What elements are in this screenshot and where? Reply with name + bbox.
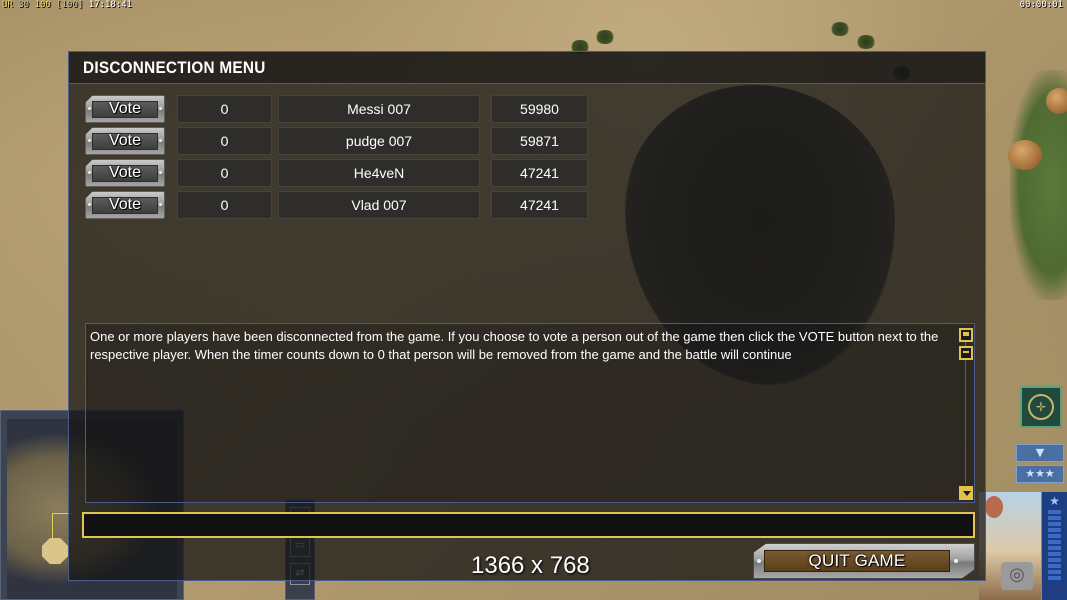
map-tree	[856, 35, 876, 49]
player-score: 47241	[491, 191, 588, 219]
quit-game-button[interactable]: QUIT GAME	[753, 543, 975, 579]
player-name: Messi 007	[278, 95, 480, 123]
vote-count: 0	[177, 127, 272, 155]
unit-portrait[interactable]: ◎	[979, 492, 1041, 600]
portrait-head	[985, 496, 1003, 518]
vote-count: 0	[177, 191, 272, 219]
ur-label: UR	[2, 0, 13, 10]
map-building	[1008, 140, 1042, 170]
player-score: 59980	[491, 95, 588, 123]
chevron-down-icon[interactable]: ▼	[1016, 444, 1064, 462]
game-timer: 00:00:01	[1019, 0, 1063, 10]
compass-icon[interactable]: ✛	[1020, 386, 1062, 428]
fps-value: 30	[18, 0, 30, 10]
vote-button[interactable]: Vote	[85, 95, 165, 123]
scroll-thumb[interactable]	[959, 346, 973, 360]
resolution-label: 1366 x 768	[471, 552, 590, 579]
disconnection-dialog: DISCONNECTION MENU Vote 0 Messi 007 5998…	[68, 51, 986, 581]
vote-button-label: Vote	[108, 164, 142, 181]
player-name: Vlad 007	[278, 191, 480, 219]
dialog-title: DISCONNECTION MENU	[83, 58, 266, 77]
scroll-up-icon[interactable]	[959, 328, 973, 342]
quality-max: [100]	[56, 0, 84, 10]
dialog-header: DISCONNECTION MENU	[69, 52, 985, 84]
rank-bar: ★	[1041, 492, 1067, 600]
player-score: 59871	[491, 127, 588, 155]
player-name: pudge 007	[278, 127, 480, 155]
minimap-marker	[42, 538, 68, 564]
map-building	[1046, 88, 1067, 114]
message-box[interactable]: One or more players have been disconnect…	[85, 323, 975, 503]
vote-button[interactable]: Vote	[85, 191, 165, 219]
map-tree	[830, 22, 850, 36]
disconnect-message: One or more players have been disconnect…	[90, 329, 939, 362]
rank-stars-icon[interactable]: ★★★	[1016, 465, 1064, 483]
hud-stats: UR 30 100 [100] 17:18:41	[2, 0, 132, 10]
vote-count: 0	[177, 159, 272, 187]
quit-game-label: QUIT GAME	[808, 551, 906, 570]
quality-value: 100	[34, 0, 51, 10]
vote-button[interactable]: Vote	[85, 127, 165, 155]
vote-button-label: Vote	[108, 196, 142, 213]
scroll-down-icon[interactable]	[959, 486, 973, 500]
clock: 17:18:41	[88, 0, 133, 10]
scroll-track	[965, 342, 966, 484]
ammo-icon: ◎	[1001, 562, 1033, 590]
vote-button-label: Vote	[108, 132, 142, 149]
message-scrollbar[interactable]	[959, 326, 975, 500]
star-icon: ★	[1049, 494, 1060, 508]
vote-button[interactable]: Vote	[85, 159, 165, 187]
player-name: He4veN	[278, 159, 480, 187]
chat-input[interactable]	[82, 512, 975, 538]
vote-button-label: Vote	[108, 100, 142, 117]
vote-count: 0	[177, 95, 272, 123]
map-tree	[595, 30, 615, 44]
player-score: 47241	[491, 159, 588, 187]
